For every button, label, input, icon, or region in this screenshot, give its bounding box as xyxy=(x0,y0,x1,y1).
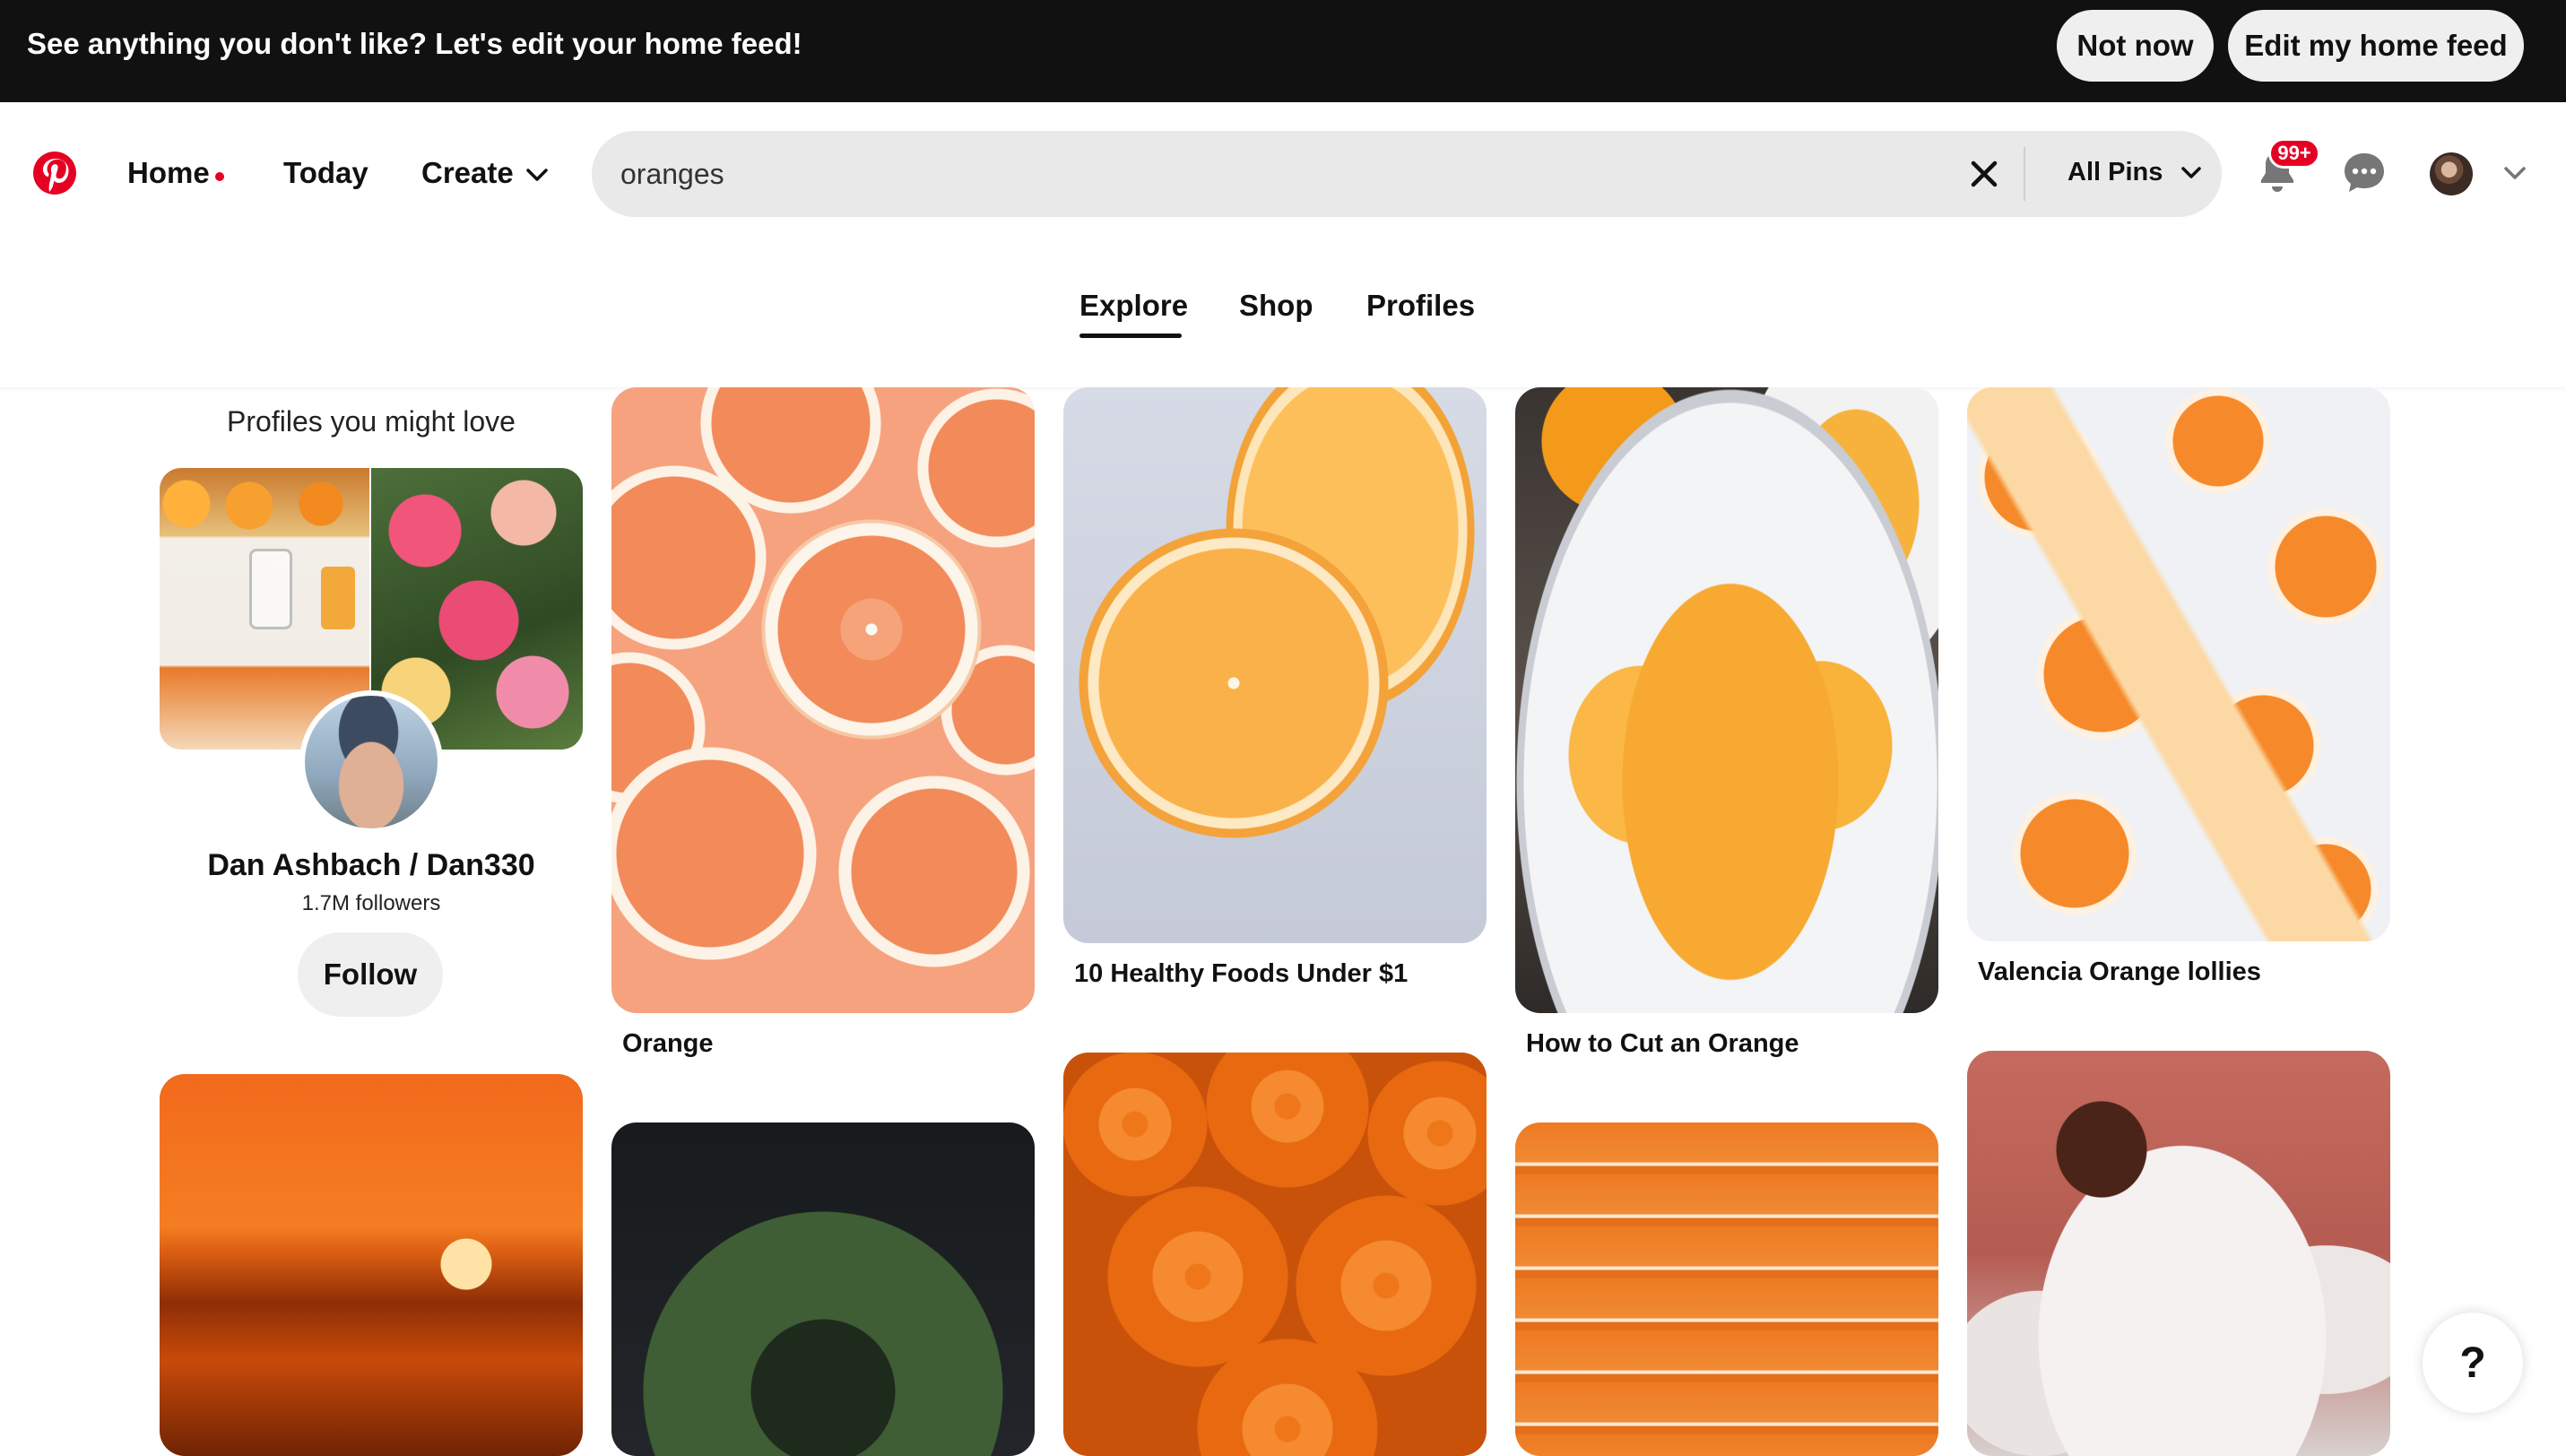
pin-image-orange-lollies[interactable] xyxy=(1967,387,2390,941)
pin-title[interactable]: Valencia Orange lollies xyxy=(1978,958,2261,987)
edit-home-feed-button[interactable]: Edit my home feed xyxy=(2228,10,2524,82)
pin-image-water-splash[interactable] xyxy=(1967,1051,2390,1456)
banner-message: See anything you don't like? Let's edit … xyxy=(27,27,802,60)
chevron-down-icon[interactable] xyxy=(525,167,549,183)
user-avatar[interactable] xyxy=(2430,152,2473,195)
profile-name[interactable]: Dan Ashbach / Dan330 xyxy=(160,848,583,883)
promo-banner: See anything you don't like? Let's edit … xyxy=(0,0,2566,102)
close-icon[interactable] xyxy=(1968,158,2000,190)
tab-profiles[interactable]: Profiles xyxy=(1366,289,1475,323)
active-tab-indicator xyxy=(1079,334,1182,338)
message-icon[interactable] xyxy=(2342,151,2387,195)
pin-title[interactable]: How to Cut an Orange xyxy=(1526,1029,1799,1059)
bottle-shape xyxy=(321,567,355,629)
pinterest-logo-icon[interactable] xyxy=(32,151,77,195)
help-icon[interactable]: ? xyxy=(2423,1313,2523,1413)
tab-explore[interactable]: Explore xyxy=(1079,289,1188,323)
search-bar: All Pins xyxy=(592,131,2222,217)
pin-image-orange-roses[interactable] xyxy=(1063,1053,1487,1456)
notification-badge: 99+ xyxy=(2268,138,2320,169)
pin-image-wreath[interactable] xyxy=(611,1122,1035,1456)
home-unread-dot xyxy=(215,172,224,181)
nav-home[interactable]: Home xyxy=(127,156,210,190)
pin-filter-dropdown[interactable]: All Pins xyxy=(2068,158,2163,187)
profiles-section-title: Profiles you might love xyxy=(227,405,516,438)
profile-avatar[interactable] xyxy=(299,690,443,834)
tab-shop[interactable]: Shop xyxy=(1239,289,1313,323)
pin-image-cut-orange[interactable] xyxy=(1515,387,1938,1013)
chevron-down-icon[interactable] xyxy=(2180,166,2202,180)
nav-create[interactable]: Create xyxy=(421,156,514,190)
not-now-button[interactable]: Not now xyxy=(2057,10,2214,82)
pin-image-orange-slices[interactable] xyxy=(611,387,1035,1013)
pin-image-sunset[interactable] xyxy=(160,1074,583,1456)
search-divider xyxy=(2024,147,2025,201)
search-input[interactable] xyxy=(620,147,1965,201)
jar-shape xyxy=(249,549,292,629)
pin-title[interactable]: 10 Healthy Foods Under $1 xyxy=(1074,959,1408,989)
pin-title[interactable]: Orange xyxy=(622,1029,714,1059)
follow-button[interactable]: Follow xyxy=(298,932,443,1017)
chevron-down-icon[interactable] xyxy=(2503,165,2527,181)
profile-followers: 1.7M followers xyxy=(301,891,441,915)
pin-image-orange-books[interactable] xyxy=(1515,1122,1938,1456)
header: Home Today Create All Pins 99+ Explore S… xyxy=(0,102,2566,387)
nav-today[interactable]: Today xyxy=(283,156,368,190)
pin-image-half-orange[interactable] xyxy=(1063,387,1487,943)
